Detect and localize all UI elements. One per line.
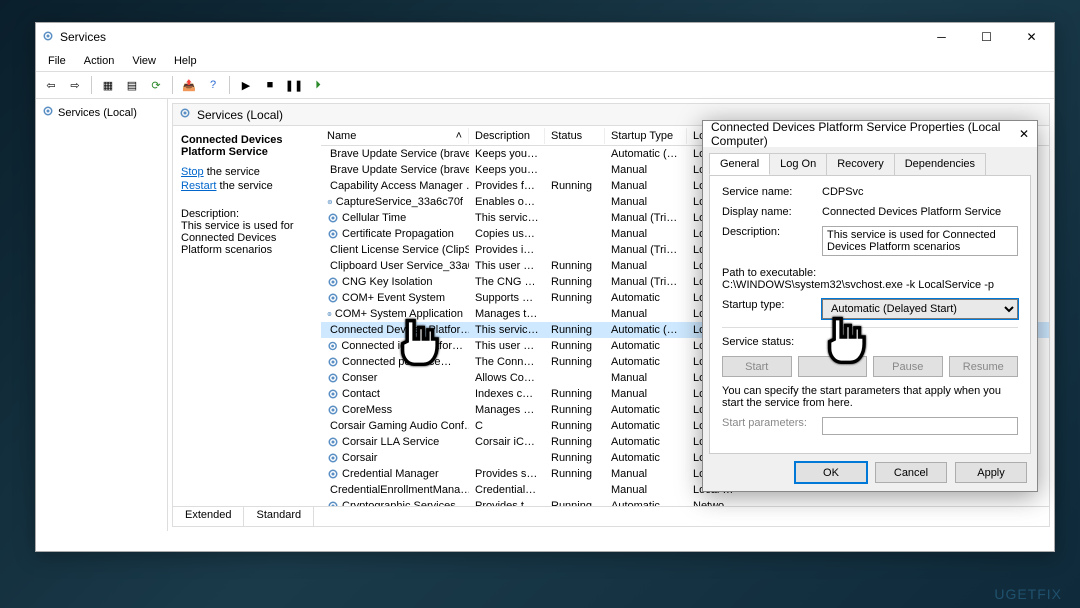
restart-button[interactable]: ⏵ bbox=[307, 74, 329, 96]
stop-suffix: the service bbox=[204, 166, 260, 178]
play-button[interactable]: ▶ bbox=[235, 74, 257, 96]
minimize-button[interactable]: ─ bbox=[919, 23, 964, 51]
maximize-button[interactable]: ☐ bbox=[964, 23, 1009, 51]
desc-label: Description: bbox=[181, 208, 313, 220]
col-name[interactable]: Name ˄ bbox=[321, 128, 469, 144]
cancel-button[interactable]: Cancel bbox=[875, 462, 947, 483]
close-button[interactable]: ✕ bbox=[1009, 23, 1054, 51]
watermark: UGETFIX bbox=[994, 586, 1062, 602]
back-button[interactable]: ⇦ bbox=[40, 74, 62, 96]
tree-pane: Services (Local) bbox=[36, 99, 168, 531]
service-name-label: Service name: bbox=[722, 186, 822, 198]
dialog-tabs: General Log On Recovery Dependencies bbox=[703, 147, 1037, 175]
col-status[interactable]: Status bbox=[545, 128, 605, 144]
startup-type-select[interactable]: Automatic (Delayed Start) bbox=[822, 299, 1018, 319]
service-status-label: Service status: bbox=[722, 336, 822, 348]
forward-button[interactable]: ⇨ bbox=[64, 74, 86, 96]
restart-link[interactable]: Restart bbox=[181, 180, 216, 192]
tab-dependencies[interactable]: Dependencies bbox=[894, 153, 986, 175]
tree-root-label: Services (Local) bbox=[58, 107, 137, 119]
apply-button[interactable]: Apply bbox=[955, 462, 1027, 483]
toolbar: ⇦ ⇨ ▦ ▤ ⟳ 📤 ? ▶ ■ ❚❚ ⏵ bbox=[36, 71, 1054, 99]
tab-standard[interactable]: Standard bbox=[244, 507, 314, 526]
description-label: Description: bbox=[722, 226, 822, 238]
path-label: Path to executable: bbox=[722, 267, 1018, 279]
menu-view[interactable]: View bbox=[124, 53, 164, 69]
window-title: Services bbox=[60, 30, 919, 44]
stop-button[interactable] bbox=[798, 356, 868, 377]
start-params-help: You can specify the start parameters tha… bbox=[722, 385, 1018, 409]
tabs-bottom: Extended Standard bbox=[173, 506, 1049, 526]
col-startup-type[interactable]: Startup Type bbox=[605, 128, 687, 144]
menubar: File Action View Help bbox=[36, 51, 1054, 71]
pause-button[interactable]: Pause bbox=[873, 356, 943, 377]
tab-recovery[interactable]: Recovery bbox=[826, 153, 894, 175]
table-row[interactable]: Cryptographic ServicesProvides thr…Runni… bbox=[321, 498, 1049, 506]
stop-link[interactable]: Stop bbox=[181, 166, 204, 178]
menu-help[interactable]: Help bbox=[166, 53, 205, 69]
refresh-button[interactable]: ⟳ bbox=[145, 74, 167, 96]
description-box[interactable] bbox=[822, 226, 1018, 256]
detail-heading: Connected Devices Platform Service bbox=[181, 134, 313, 158]
display-name-value: Connected Devices Platform Service bbox=[822, 206, 1018, 218]
services-icon bbox=[42, 105, 54, 120]
start-button[interactable]: Start bbox=[722, 356, 792, 377]
dialog-titlebar: Connected Devices Platform Service Prope… bbox=[703, 121, 1037, 147]
resume-button[interactable]: Resume bbox=[949, 356, 1019, 377]
tab-general[interactable]: General bbox=[709, 153, 770, 175]
services-icon bbox=[179, 107, 191, 122]
stop-button[interactable]: ■ bbox=[259, 74, 281, 96]
properties-dialog: Connected Devices Platform Service Prope… bbox=[702, 120, 1038, 492]
tree-root-item[interactable]: Services (Local) bbox=[40, 103, 163, 122]
desc-text: This service is used for Connected Devic… bbox=[181, 220, 313, 256]
restart-suffix: the service bbox=[216, 180, 272, 192]
show-hide-tree-button[interactable]: ▦ bbox=[97, 74, 119, 96]
display-name-label: Display name: bbox=[722, 206, 822, 218]
close-icon[interactable]: ✕ bbox=[1019, 127, 1029, 141]
tab-extended[interactable]: Extended bbox=[173, 507, 244, 526]
menu-file[interactable]: File bbox=[40, 53, 74, 69]
export-button[interactable]: 📤 bbox=[178, 74, 200, 96]
service-name-value: CDPSvc bbox=[822, 186, 1018, 198]
startup-type-label: Startup type: bbox=[722, 299, 822, 311]
dialog-footer: OK Cancel Apply bbox=[703, 454, 1037, 491]
properties-button[interactable]: ▤ bbox=[121, 74, 143, 96]
pane-title: Services (Local) bbox=[197, 108, 283, 122]
dialog-body: Service name:CDPSvc Display name:Connect… bbox=[709, 175, 1031, 454]
services-icon bbox=[42, 30, 54, 45]
separator bbox=[172, 76, 173, 94]
separator bbox=[91, 76, 92, 94]
pause-button[interactable]: ❚❚ bbox=[283, 74, 305, 96]
separator bbox=[229, 76, 230, 94]
tab-logon[interactable]: Log On bbox=[769, 153, 827, 175]
help-button[interactable]: ? bbox=[202, 74, 224, 96]
path-value: C:\WINDOWS\system32\svchost.exe -k Local… bbox=[722, 279, 1018, 291]
start-params-label: Start parameters: bbox=[722, 417, 822, 429]
menu-action[interactable]: Action bbox=[76, 53, 123, 69]
col-description[interactable]: Description bbox=[469, 128, 545, 144]
titlebar: Services ─ ☐ ✕ bbox=[36, 23, 1054, 51]
start-params-input bbox=[822, 417, 1018, 435]
detail-pane: Connected Devices Platform Service Stop … bbox=[173, 126, 321, 506]
dialog-title: Connected Devices Platform Service Prope… bbox=[711, 120, 1019, 148]
ok-button[interactable]: OK bbox=[795, 462, 867, 483]
